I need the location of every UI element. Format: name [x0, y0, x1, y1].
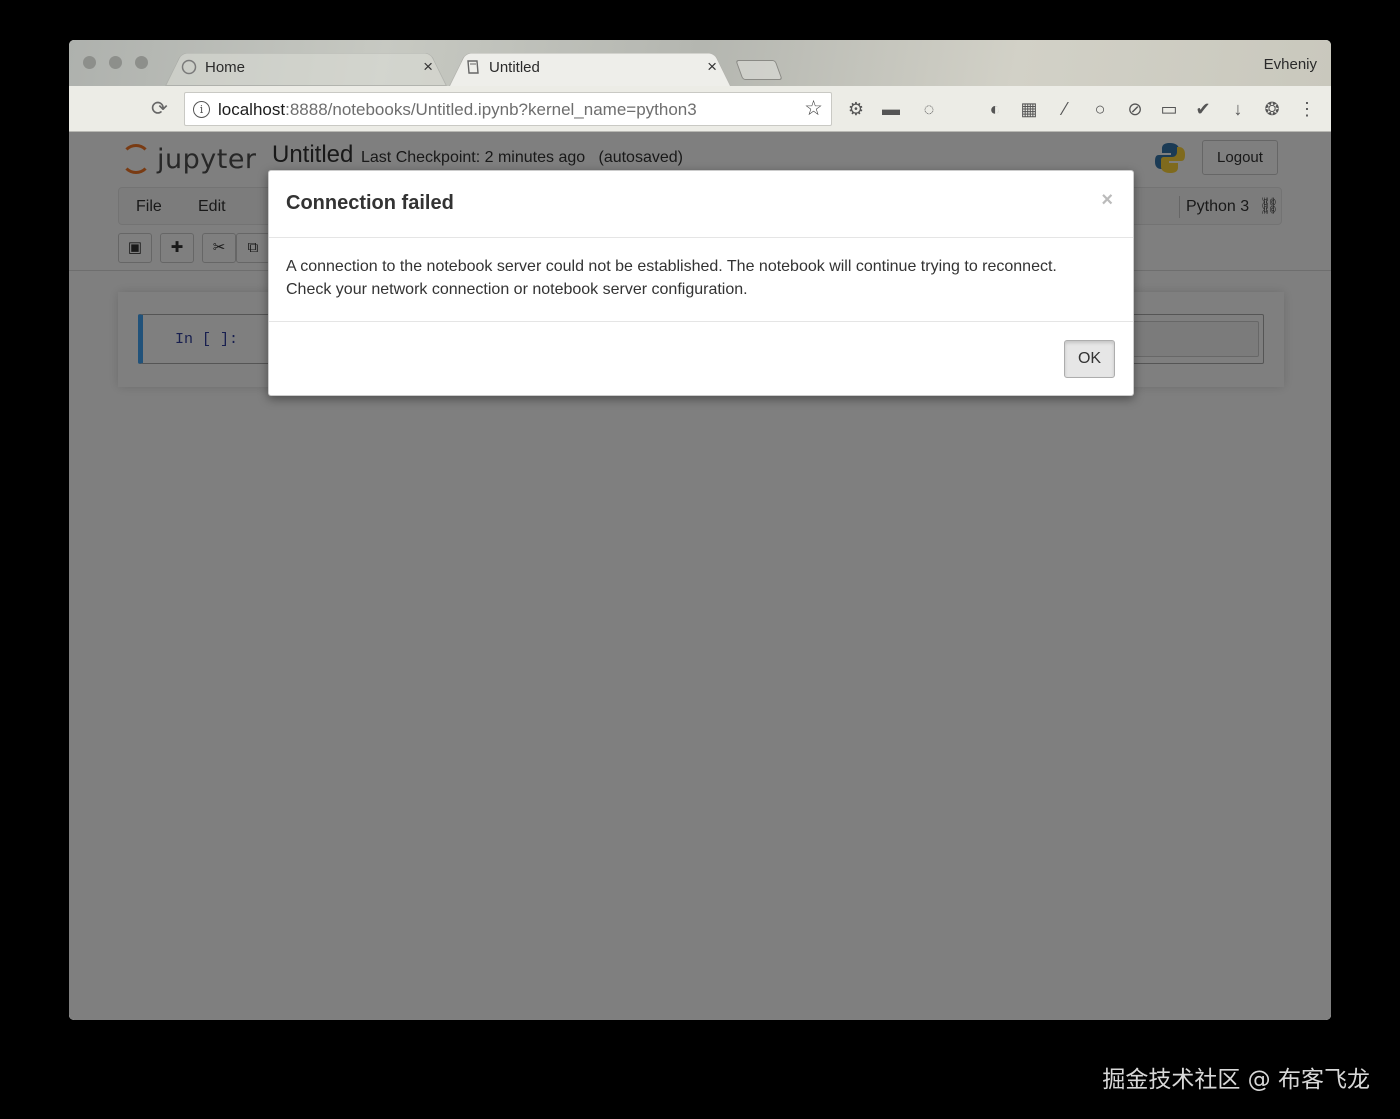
- profile-name[interactable]: Evheniy: [1264, 56, 1317, 73]
- dialog-close-icon[interactable]: ×: [1101, 189, 1113, 212]
- extension-slash-icon[interactable]: ⊘: [1125, 99, 1145, 119]
- extension-grid-icon[interactable]: ▦: [1019, 99, 1039, 119]
- dialog-title: Connection failed: [286, 192, 454, 214]
- extension-ring-icon[interactable]: ○: [1090, 99, 1110, 119]
- extension-cast-icon[interactable]: ▭: [1159, 99, 1179, 119]
- window-minimize-button[interactable]: [109, 56, 122, 69]
- address-bar-url: localhost:8888/notebooks/Untitled.ipynb?…: [218, 100, 697, 119]
- dialog-header: Connection failed ×: [269, 171, 1133, 238]
- dialog-footer: OK: [269, 321, 1133, 397]
- connection-failed-dialog: Connection failed × A connection to the …: [268, 170, 1134, 396]
- new-tab-button[interactable]: [735, 60, 783, 80]
- extension-badge-icon[interactable]: ❂: [1262, 99, 1282, 119]
- extension-terminal-icon[interactable]: ▬: [881, 99, 901, 119]
- browser-menu-icon[interactable]: ⋮: [1297, 99, 1317, 119]
- notebook-favicon-icon: [467, 60, 479, 74]
- window-zoom-button[interactable]: [135, 56, 148, 69]
- window-close-button[interactable]: [83, 56, 96, 69]
- jupyter-favicon-icon: [181, 59, 197, 75]
- extension-download-icon[interactable]: ↓: [1228, 99, 1248, 119]
- extension-shield-icon[interactable]: ◐: [985, 99, 1005, 119]
- tab-untitled[interactable]: Untitled ×: [449, 48, 731, 86]
- tab-untitled-close-icon[interactable]: ×: [707, 57, 717, 77]
- reload-icon[interactable]: ⟳: [151, 96, 168, 121]
- address-bar[interactable]: i localhost:8888/notebooks/Untitled.ipyn…: [184, 92, 832, 126]
- bookmark-star-icon[interactable]: ☆: [804, 96, 823, 121]
- tab-strip: Home × Untitled × Evheniy: [69, 40, 1331, 86]
- ok-button[interactable]: OK: [1064, 340, 1115, 378]
- extension-check-icon[interactable]: ✔: [1193, 99, 1213, 119]
- tab-home[interactable]: Home ×: [165, 48, 447, 86]
- tab-home-close-icon[interactable]: ×: [423, 57, 433, 77]
- tab-home-label: Home: [205, 59, 246, 76]
- browser-toolbar: ⟳ i localhost:8888/notebooks/Untitled.ip…: [69, 86, 1331, 132]
- tab-untitled-label: Untitled: [489, 59, 540, 76]
- watermark: 掘金技术社区 @ 布客飞龙: [1102, 1067, 1370, 1093]
- extension-eyedropper-icon[interactable]: ⁄: [1055, 99, 1075, 119]
- info-icon[interactable]: i: [193, 101, 210, 118]
- dialog-message: A connection to the notebook server coul…: [286, 258, 1057, 298]
- extension-gear-icon[interactable]: ⚙: [846, 99, 866, 119]
- extension-globe-icon[interactable]: ◌: [919, 99, 939, 119]
